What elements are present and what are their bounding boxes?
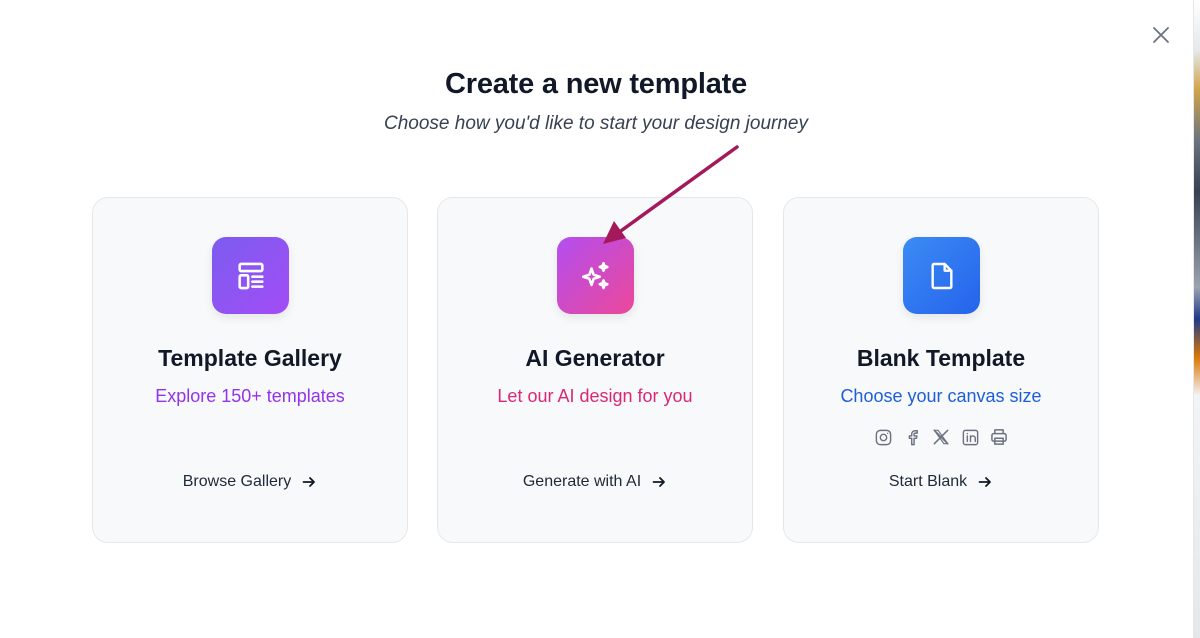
instagram-icon[interactable] — [873, 427, 893, 447]
dialog-title: Create a new template — [444, 68, 748, 100]
template-gallery-card[interactable]: Template Gallery Explore 150+ templates … — [92, 197, 408, 543]
layout-icon — [237, 262, 264, 289]
sparkles-icon — [581, 261, 609, 289]
file-icon — [930, 262, 953, 289]
background-window-edge — [1194, 0, 1200, 638]
close-button[interactable] — [1148, 22, 1174, 48]
generate-with-ai-button[interactable]: Generate with AI — [438, 473, 752, 491]
blank-template-title: Blank Template — [856, 345, 1026, 371]
template-gallery-subtitle: Explore 150+ templates — [155, 386, 345, 406]
generate-with-ai-label: Generate with AI — [522, 473, 642, 490]
arrow-right-icon — [977, 474, 993, 490]
arrow-right-icon — [301, 474, 317, 490]
linkedin-icon[interactable] — [960, 427, 980, 447]
ai-generator-title: AI Generator — [525, 345, 665, 371]
browse-gallery-button[interactable]: Browse Gallery — [93, 473, 407, 491]
ai-generator-card[interactable]: AI Generator Let our AI design for you G… — [437, 197, 753, 543]
template-gallery-icon-tile — [212, 237, 289, 314]
close-icon — [1153, 27, 1169, 43]
start-blank-button[interactable]: Start Blank — [784, 473, 1098, 491]
canvas-size-icons — [784, 427, 1098, 447]
printer-icon[interactable] — [989, 427, 1009, 447]
x-icon[interactable] — [931, 427, 951, 447]
blank-template-subtitle: Choose your canvas size — [840, 386, 1042, 406]
facebook-icon[interactable] — [902, 427, 922, 447]
browse-gallery-label: Browse Gallery — [182, 473, 292, 490]
arrow-right-icon — [651, 474, 667, 490]
blank-template-icon-tile — [903, 237, 980, 314]
dialog-subtitle: Choose how you'd like to start your desi… — [384, 113, 808, 134]
start-blank-label: Start Blank — [888, 473, 968, 490]
ai-generator-subtitle: Let our AI design for you — [497, 386, 693, 406]
template-gallery-title: Template Gallery — [158, 345, 342, 371]
ai-generator-icon-tile — [557, 237, 634, 314]
blank-template-card[interactable]: Blank Template Choose your canvas size S… — [783, 197, 1099, 543]
